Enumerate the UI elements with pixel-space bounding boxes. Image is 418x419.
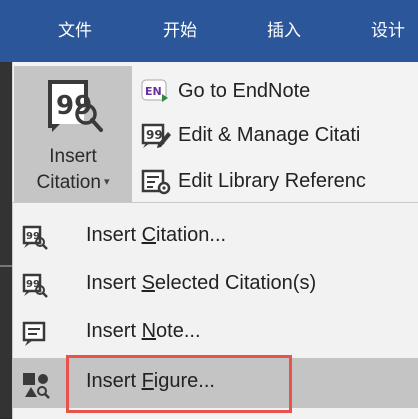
tab-home[interactable]: 开始 [163,16,197,41]
svg-text:99: 99 [26,279,40,290]
menu-item-label: Insert Citation... [86,224,227,246]
menu-item-insert-note[interactable]: Insert Note... [12,308,418,358]
svg-text:99: 99 [146,128,163,142]
insert-citation-label-line1: Insert [49,146,97,167]
document-edge [0,62,12,418]
edit-manage-citations-label: Edit & Manage Citati [178,124,361,146]
edit-library-references-icon [140,168,172,200]
edit-library-references-label: Edit Library Referenc [178,170,366,192]
insert-citation-label-line2: Citation ▾ [14,172,132,194]
insert-figure-icon [22,371,50,403]
menu-item-label: Insert Note... [86,320,201,342]
ribbon-tab-bar: 文件 开始 插入 设计 [0,0,418,62]
go-to-endnote-label: Go to EndNote [178,80,311,102]
menu-item-label: Insert Selected Citation(s) [86,272,317,294]
insert-selected-citation-icon: 99 [22,273,48,303]
menu-item-insert-citation[interactable]: 99 Insert Citation... [12,212,418,262]
menu-item-insert-selected-citations[interactable]: 99 Insert Selected Citation(s) [12,260,418,310]
insert-citation-button[interactable]: 99 Insert Citation ▾ [14,66,132,204]
insert-citation-label-text: Citation [36,172,101,193]
insert-citation-icon: 99 [22,225,48,255]
chevron-down-icon[interactable]: ▾ [104,176,110,188]
insert-note-icon [22,321,48,351]
ruler-tick [0,265,12,267]
tab-design[interactable]: 设计 [371,16,405,41]
edit-manage-citations-icon: 99 [140,122,172,154]
menu-item-label: Insert Figure... [86,370,215,392]
tab-insert[interactable]: 插入 [267,16,301,41]
endnote-badge-text: EN [145,85,162,98]
endnote-logo-icon: EN [140,78,170,108]
svg-text:99: 99 [26,231,40,242]
insert-citation-icon: 99 [38,74,108,142]
tab-file[interactable]: 文件 [58,16,92,41]
menu-item-insert-figure[interactable]: Insert Figure... [12,358,418,408]
